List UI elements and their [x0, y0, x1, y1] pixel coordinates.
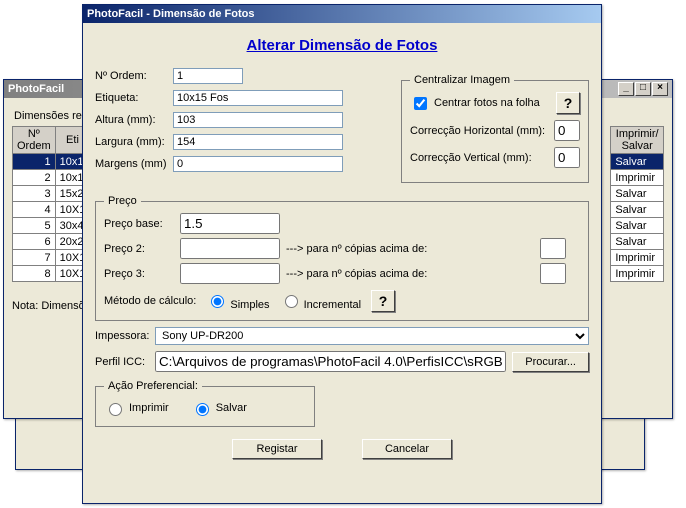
- impressora-select[interactable]: Sony UP-DR200: [155, 327, 589, 345]
- header-link[interactable]: Alterar Dimensão de Fotos: [247, 37, 438, 54]
- radio-simples[interactable]: Simples: [206, 292, 269, 311]
- icc-input[interactable]: [155, 351, 506, 372]
- maximize-button[interactable]: □: [635, 82, 651, 96]
- centralizar-legend: Centralizar Imagem: [410, 74, 514, 86]
- radio-salvar[interactable]: Salvar: [191, 400, 247, 416]
- preco3-input[interactable]: [180, 263, 280, 284]
- table-row[interactable]: Salvar: [611, 218, 664, 234]
- table-row[interactable]: Salvar: [611, 154, 664, 170]
- preco2-label: Preço 2:: [104, 243, 174, 255]
- centrar-label: Centrar fotos na folha: [434, 97, 540, 109]
- table-row[interactable]: 315x2: [13, 186, 90, 202]
- table-row[interactable]: Imprimir: [611, 250, 664, 266]
- preco3-label: Preço 3:: [104, 268, 174, 280]
- preco-base-input[interactable]: [180, 213, 280, 234]
- altura-input[interactable]: [173, 112, 343, 128]
- margens-label: Margens (mm): [95, 158, 173, 170]
- table-row[interactable]: 410X1: [13, 202, 90, 218]
- minimize-button[interactable]: _: [618, 82, 634, 96]
- table-row[interactable]: Salvar: [611, 234, 664, 250]
- ordem-label: Nº Ordem:: [95, 70, 173, 82]
- table-row[interactable]: 110x1: [13, 154, 90, 170]
- table-row[interactable]: 620x2: [13, 234, 90, 250]
- table-row[interactable]: Salvar: [611, 202, 664, 218]
- radio-incremental[interactable]: Incremental: [280, 292, 362, 311]
- copies2-input[interactable]: [540, 238, 566, 259]
- copies-hint-3: ---> para nº cópias acima de:: [286, 268, 534, 280]
- corr-h-input[interactable]: [554, 120, 580, 141]
- preco-fieldset: Preço Preço base: Preço 2: ---> para nº …: [95, 195, 589, 321]
- edit-dialog: PhotoFacil - Dimensão de Fotos Alterar D…: [82, 4, 602, 504]
- grid-right: Imprimir/ Salvar Salvar Imprimir Salvar …: [610, 126, 664, 282]
- grid-header: Imprimir/ Salvar: [611, 127, 664, 154]
- close-button[interactable]: ×: [652, 82, 668, 96]
- etiqueta-input[interactable]: [173, 90, 343, 106]
- largura-input[interactable]: [173, 134, 343, 150]
- margens-input[interactable]: [173, 156, 343, 172]
- dialog-title: PhotoFacil - Dimensão de Fotos: [87, 8, 254, 20]
- preco-legend: Preço: [104, 195, 141, 207]
- ordem-input[interactable]: [173, 68, 243, 84]
- col-ordem-header[interactable]: Nº Ordem: [13, 127, 56, 154]
- col-imprimir-header[interactable]: Imprimir/ Salvar: [611, 127, 664, 154]
- browse-button[interactable]: Procurar...: [512, 352, 589, 372]
- dialog-header: Alterar Dimensão de Fotos: [95, 37, 589, 54]
- acao-legend: Ação Preferencial:: [104, 380, 202, 392]
- table-row[interactable]: Imprimir: [611, 266, 664, 282]
- table-row[interactable]: 210x1: [13, 170, 90, 186]
- window-controls: _ □ ×: [618, 82, 668, 96]
- table-row[interactable]: Imprimir: [611, 170, 664, 186]
- titlebar-text: PhotoFacil: [8, 83, 64, 95]
- icc-label: Perfil ICC:: [95, 356, 149, 368]
- table-row[interactable]: 530x4: [13, 218, 90, 234]
- centralizar-fieldset: Centralizar Imagem Centrar fotos na folh…: [401, 74, 589, 183]
- grid-left: Nº Ordem Eti 110x1 210x1 315x2 410X1 530…: [12, 126, 90, 282]
- etiqueta-label: Etiqueta:: [95, 92, 173, 104]
- help-button[interactable]: ?: [556, 92, 580, 114]
- table-row[interactable]: Salvar: [611, 186, 664, 202]
- preco2-input[interactable]: [180, 238, 280, 259]
- radio-imprimir[interactable]: Imprimir: [104, 400, 169, 416]
- titlebar-dialog[interactable]: PhotoFacil - Dimensão de Fotos: [83, 5, 601, 23]
- centrar-checkbox[interactable]: [414, 97, 427, 110]
- preco-base-label: Preço base:: [104, 218, 174, 230]
- corr-v-input[interactable]: [554, 147, 580, 168]
- registar-button[interactable]: Registar: [232, 439, 322, 459]
- largura-label: Largura (mm):: [95, 136, 173, 148]
- corr-v-label: Correcção Vertical (mm):: [410, 152, 550, 164]
- corr-h-label: Correcção Horizontal (mm):: [410, 125, 550, 137]
- table-row[interactable]: 810X1: [13, 266, 90, 282]
- cancelar-button[interactable]: Cancelar: [362, 439, 452, 459]
- table-row[interactable]: 710X1: [13, 250, 90, 266]
- method-label: Método de cálculo:: [104, 295, 196, 307]
- acao-fieldset: Ação Preferencial: Imprimir Salvar: [95, 380, 315, 427]
- grid-header: Nº Ordem Eti: [13, 127, 90, 154]
- copies3-input[interactable]: [540, 263, 566, 284]
- altura-label: Altura (mm):: [95, 114, 173, 126]
- copies-hint-2: ---> para nº cópias acima de:: [286, 243, 534, 255]
- help-button[interactable]: ?: [371, 290, 395, 312]
- impressora-label: Impessora:: [95, 330, 155, 342]
